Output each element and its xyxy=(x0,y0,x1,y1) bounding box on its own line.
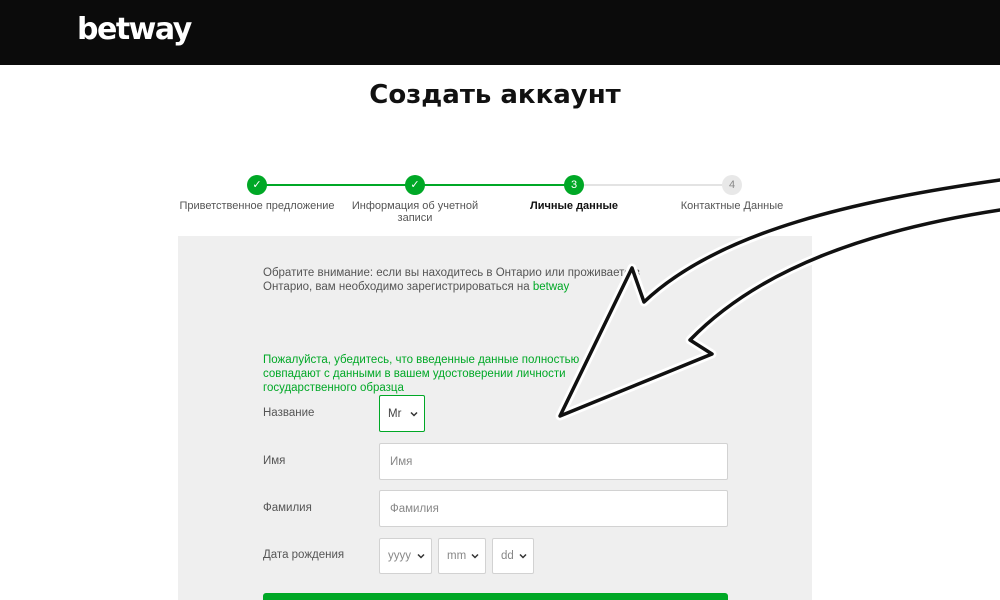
dob-month-value: mm xyxy=(447,550,467,562)
step-label: Контактные Данные xyxy=(680,200,784,212)
dob-day-value: dd xyxy=(501,550,514,562)
last-name-input[interactable]: Фамилия xyxy=(379,490,728,527)
dob-year-value: yyyy xyxy=(388,550,411,562)
betway-logo[interactable]: betway xyxy=(77,12,192,47)
page: betway Создать аккаунт ✓ Приветственное … xyxy=(0,0,1000,600)
title-select-value: Mr xyxy=(388,407,402,420)
title-label: Название xyxy=(263,407,315,419)
continue-button[interactable] xyxy=(263,593,728,600)
first-name-label: Имя xyxy=(263,455,286,467)
step-number: 3 xyxy=(564,175,584,195)
ontario-notice-text: Обратите внимание: если вы находитесь в … xyxy=(263,267,640,293)
dob-label: Дата рождения xyxy=(263,549,345,561)
registration-stepper: ✓ Приветственное предложение ✓ Информаци… xyxy=(178,172,812,232)
step-label: Приветственное предложение xyxy=(179,200,335,212)
dob-month-select[interactable]: mm xyxy=(438,538,486,574)
last-name-label: Фамилия xyxy=(263,502,312,514)
dob-day-select[interactable]: dd xyxy=(492,538,534,574)
id-verify-notice: Пожалуйста, убедитесь, что введенные дан… xyxy=(263,354,580,394)
step-personal-data: 3 Личные данные xyxy=(494,175,654,212)
betway-link[interactable]: betway xyxy=(533,281,569,293)
page-title: Создать аккаунт xyxy=(369,80,621,110)
chevron-down-icon xyxy=(417,553,425,559)
chevron-down-icon xyxy=(410,411,418,417)
step-number: 4 xyxy=(722,175,742,195)
chevron-down-icon xyxy=(519,553,527,559)
step-label: Информация об учетной записи xyxy=(351,200,479,224)
first-name-input[interactable]: Имя xyxy=(379,443,728,480)
step-contact-data: 4 Контактные Данные xyxy=(652,175,812,212)
step-welcome-offer[interactable]: ✓ Приветственное предложение xyxy=(177,175,337,212)
top-bar: betway xyxy=(0,0,1000,65)
chevron-down-icon xyxy=(471,553,479,559)
check-icon: ✓ xyxy=(247,175,267,195)
check-icon: ✓ xyxy=(405,175,425,195)
dob-year-select[interactable]: yyyy xyxy=(379,538,432,574)
personal-data-form: Обратите внимание: если вы находитесь в … xyxy=(178,236,812,600)
step-account-info[interactable]: ✓ Информация об учетной записи xyxy=(335,175,495,224)
step-label: Личные данные xyxy=(530,200,618,212)
title-select[interactable]: Mr xyxy=(379,395,425,432)
ontario-notice: Обратите внимание: если вы находитесь в … xyxy=(263,266,683,294)
